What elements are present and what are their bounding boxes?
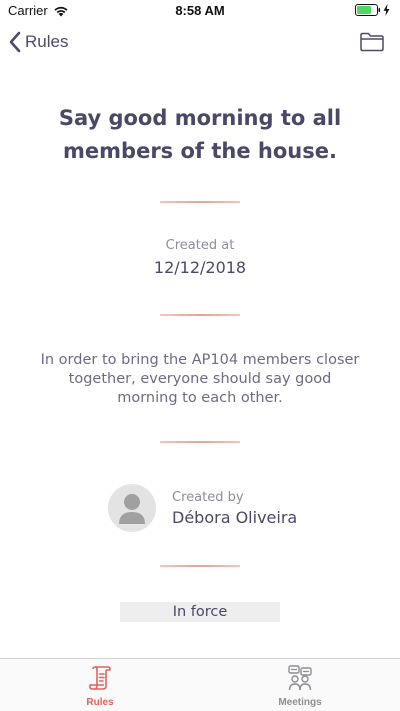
clock: 8:58 AM xyxy=(175,3,225,18)
tab-meetings[interactable]: Meetings xyxy=(200,659,400,711)
divider xyxy=(160,565,240,567)
divider xyxy=(160,441,240,443)
back-button[interactable]: Rules xyxy=(8,31,68,53)
created-at-value: 12/12/2018 xyxy=(153,258,247,277)
back-button-label: Rules xyxy=(25,32,69,51)
divider xyxy=(160,201,240,203)
user-placeholder-icon xyxy=(119,494,145,524)
tab-meetings-label: Meetings xyxy=(278,697,322,708)
scroll-document-icon xyxy=(89,666,111,690)
author-name: Débora Oliveira xyxy=(172,507,298,527)
rule-title: Say good morning to all members of the h… xyxy=(58,106,342,163)
divider xyxy=(160,314,240,316)
status-badge: In force xyxy=(120,602,280,622)
created-at-label: Created at xyxy=(165,238,235,253)
battery-indicator xyxy=(355,4,390,16)
folder-button[interactable] xyxy=(360,32,384,56)
rule-description: In order to bring the AP104 members clos… xyxy=(40,352,360,406)
author-section: Created by Débora Oliveira xyxy=(108,483,297,533)
author-text: Created by Débora Oliveira xyxy=(172,490,297,527)
chevron-left-icon xyxy=(9,31,21,53)
tab-rules-label: Rules xyxy=(86,697,114,708)
avatar xyxy=(108,484,156,532)
meetings-icon xyxy=(288,665,312,691)
navigation-bar: Rules xyxy=(0,22,400,66)
folder-icon xyxy=(360,32,384,52)
tab-rules[interactable]: Rules xyxy=(0,659,200,711)
charging-bolt-icon xyxy=(383,4,390,16)
status-bar: Carrier 8:58 AM xyxy=(0,0,400,22)
created-by-label: Created by xyxy=(172,489,244,505)
tab-bar: Rules Meetings xyxy=(0,658,400,711)
battery-icon xyxy=(355,4,381,16)
